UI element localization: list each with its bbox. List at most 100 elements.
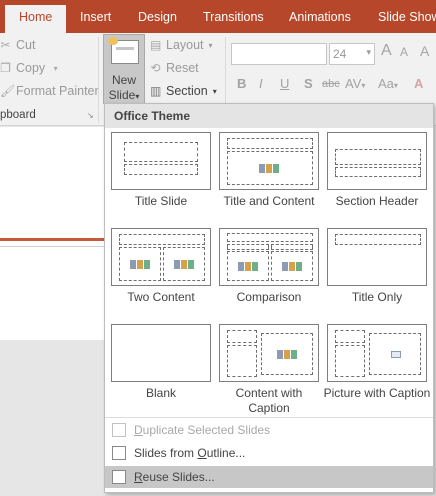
chevron-down-icon: ▾ (393, 81, 398, 90)
font-name-input[interactable] (231, 43, 327, 65)
title-placeholder (119, 234, 205, 245)
character-spacing-label: AV (345, 76, 362, 91)
duplicate-selected-slides-item[interactable]: Duplicate Selected Slides (105, 419, 433, 441)
tab-animations[interactable]: Animations (289, 10, 351, 24)
copy-button[interactable]: ❐ Copy ▾ (0, 61, 61, 75)
chevron-down-icon: ▾ (366, 47, 371, 57)
shadow-button[interactable]: S (304, 76, 313, 91)
layout-thumbnail (111, 228, 211, 286)
heading-placeholder-left (227, 244, 269, 250)
tab-home[interactable]: Home (5, 5, 67, 33)
content-placeholder-right (163, 247, 205, 281)
content-icons (277, 350, 297, 359)
clear-formatting-icon[interactable]: A (420, 43, 429, 59)
layout-label: Title Slide (134, 194, 188, 208)
content-icons (282, 262, 302, 271)
title-placeholder (335, 234, 421, 245)
underline-button[interactable]: U (280, 76, 289, 91)
tab-slide-show[interactable]: Slide Show (378, 10, 436, 24)
title-placeholder (335, 330, 365, 343)
outline-label-after: utline... (206, 446, 246, 460)
title-placeholder (227, 138, 313, 149)
menu-separator (105, 417, 433, 418)
layout-label: Comparison (236, 290, 302, 304)
content-placeholder-right (271, 251, 313, 281)
slides-from-outline-label: Slides from Outline... (134, 446, 245, 460)
font-color-icon[interactable]: A (414, 76, 423, 91)
new-slide-button[interactable]: New Slide▾ (103, 34, 145, 104)
chevron-down-icon: ▾ (212, 86, 217, 96)
title-placeholder (335, 149, 421, 165)
tab-insert[interactable]: Insert (80, 10, 111, 24)
duplicate-slides-icon (112, 423, 126, 437)
cut-button[interactable]: ✂ Cut (0, 38, 35, 52)
reuse-access-key: R (134, 470, 143, 484)
menu-header: Office Theme (105, 104, 433, 128)
font-size-input[interactable]: 24 ▾ (329, 43, 375, 65)
clipboard-group-label: pboard (0, 109, 36, 121)
character-spacing-button[interactable]: AV▾ (345, 76, 365, 91)
title-placeholder (227, 330, 257, 343)
content-icons (259, 164, 279, 173)
caption-placeholder (227, 345, 257, 377)
copy-label: Copy (16, 61, 46, 75)
content-icons (130, 260, 150, 269)
outline-access-key: O (197, 446, 207, 460)
chevron-down-icon: ▾ (361, 81, 366, 90)
section-button[interactable]: ▥ Section ▾ (150, 84, 217, 98)
layout-label: Section Header (335, 194, 419, 208)
heading-placeholder-right (271, 244, 313, 250)
outline-icon (112, 446, 126, 460)
tab-transitions[interactable]: Transitions (203, 10, 264, 24)
text-placeholder (335, 167, 421, 177)
duplicate-selected-slides-label: Duplicate Selected Slides (134, 423, 270, 437)
new-slide-label-line1: New (111, 73, 136, 87)
layout-thumbnail (327, 324, 427, 382)
cut-label: Cut (16, 38, 36, 52)
chevron-down-icon: ▾ (53, 63, 58, 73)
chevron-down-icon: ▾ (208, 40, 213, 50)
pane-background (0, 340, 104, 496)
reuse-slides-item[interactable]: Reuse Slides... (105, 466, 433, 488)
layout-label: Two Content (127, 290, 195, 304)
italic-button[interactable]: I (259, 76, 263, 91)
dialog-launcher-icon[interactable]: ↘ (87, 111, 94, 120)
content-placeholder-left (227, 251, 269, 281)
copy-icon: ❐ (0, 61, 11, 75)
tab-design[interactable]: Design (138, 10, 177, 24)
layout-label: Title Only (351, 290, 403, 304)
slides-from-outline-item[interactable]: Slides from Outline... (105, 442, 433, 464)
reuse-slides-icon (112, 470, 126, 484)
change-case-button[interactable]: Aa▾ (378, 76, 398, 91)
reset-button[interactable]: ⟲ Reset (150, 61, 198, 75)
change-case-label: Aa (378, 76, 394, 91)
layout-label: Layout (166, 38, 204, 52)
title-placeholder (227, 233, 313, 242)
strikethrough-button[interactable]: abc (322, 78, 340, 90)
picture-placeholder (369, 333, 421, 375)
reset-icon: ⟲ (150, 61, 161, 75)
group-divider (98, 37, 99, 123)
reuse-label-rest: euse Slides... (142, 470, 215, 484)
content-placeholder (227, 151, 313, 185)
content-icons (238, 262, 258, 271)
format-painter-label: Format Painter (16, 84, 99, 98)
bold-button[interactable]: B (237, 76, 246, 91)
format-painter-button[interactable]: 🖌 Format Painter (0, 84, 99, 98)
duplicate-label-rest: uplicate Selected Slides (142, 423, 271, 437)
chevron-down-icon: ▾ (135, 92, 140, 101)
picture-icon (391, 351, 401, 358)
ribbon-tab-bar: Home Insert Design Transitions Animation… (0, 0, 436, 33)
title-placeholder (124, 142, 198, 162)
shrink-font-icon[interactable]: A (400, 45, 408, 59)
grow-font-icon[interactable]: A (381, 42, 392, 60)
layout-button[interactable]: ▤ Layout ▾ (150, 38, 213, 52)
content-placeholder (261, 333, 313, 375)
caption-placeholder (335, 345, 365, 377)
section-icon: ▥ (150, 84, 162, 98)
layout-thumbnail (111, 132, 211, 190)
new-slide-label-line2: Slide (108, 88, 136, 102)
layout-label: Content with Caption (235, 386, 303, 415)
layout-thumbnail (219, 324, 319, 382)
layout-icon: ▤ (150, 38, 162, 52)
